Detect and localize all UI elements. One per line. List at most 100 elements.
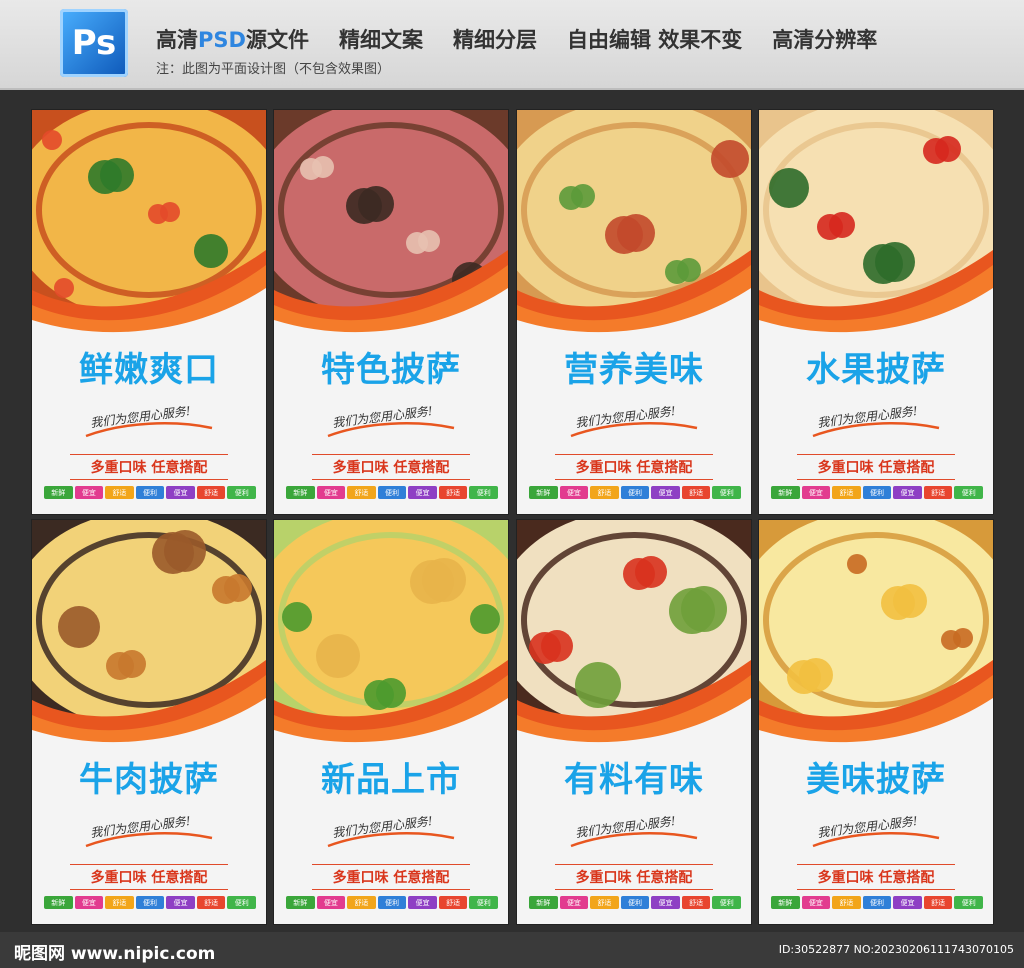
slogan-swoosh: [570, 422, 698, 438]
orange-wave: [517, 660, 751, 750]
feature-badge: 舒适: [832, 486, 861, 499]
feature-badge: 舒适: [681, 896, 711, 909]
feature-badge: 新鲜: [44, 486, 73, 499]
feature-badge: 便利: [620, 896, 650, 909]
feature-badge: 便宜: [408, 896, 437, 909]
poster-title: 有料有味: [564, 760, 704, 800]
feature-badge: 舒适: [590, 486, 619, 499]
feature-badge: 便宜: [316, 486, 346, 499]
image-id: ID:30522877 NO:20230206111743070105: [778, 943, 1014, 956]
feature-badge: 便利: [377, 486, 407, 499]
site-watermark: 昵图网 www.nipic.com: [14, 944, 216, 964]
feature-badge: 新鲜: [771, 896, 800, 909]
poster-tagline: 多重口味 任意搭配: [555, 454, 713, 480]
feature-badges: 新鲜 便宜 舒适 便利 便宜 舒适 便利: [286, 896, 499, 909]
poster-tagline: 多重口味 任意搭配: [70, 864, 228, 890]
poster-tagline: 多重口味 任意搭配: [797, 864, 955, 890]
feature-list: 高清PSD源文件 精细文案 精细分层 自由编辑 效果不变 高清分辨率: [156, 24, 877, 54]
feature-item: 自由编辑 效果不变: [566, 28, 743, 52]
orange-wave: [274, 250, 508, 340]
slogan-swoosh: [812, 832, 940, 848]
feature-badge: 便宜: [74, 486, 104, 499]
feature-badge: 新鲜: [529, 896, 558, 909]
feature-badge: 便宜: [893, 896, 922, 909]
feature-badge: 新鲜: [771, 486, 800, 499]
poster-title: 美味披萨: [806, 760, 946, 800]
orange-wave: [32, 250, 266, 340]
feature-badge: 便宜: [893, 486, 922, 499]
feature-badge: 舒适: [832, 896, 861, 909]
feature-badges: 新鲜 便宜 舒适 便利 便宜 舒适 便利: [771, 896, 984, 909]
poster-title: 营养美味: [564, 350, 704, 390]
pizza-poster: 营养美味 我们为您用心服务! 多重口味 任意搭配 新鲜 便宜 舒适 便利 便宜 舒适 便利: [517, 110, 751, 514]
poster-tagline: 多重口味 任意搭配: [555, 864, 713, 890]
feature-badge: 新鲜: [286, 896, 315, 909]
poster-grid: 鲜嫩爽口 我们为您用心服务! 多重口味 任意搭配 新鲜 便宜 舒适 便利 便宜 舒适 便利 …: [0, 90, 1024, 932]
pizza-poster: 特色披萨 我们为您用心服务! 多重口味 任意搭配 新鲜 便宜 舒适 便利 便宜 舒适 便利: [274, 110, 508, 514]
feature-badge: 舒适: [347, 896, 376, 909]
header-bar: Ps 高清PSD源文件 精细文案 精细分层 自由编辑 效果不变 高清分辨率 注：此图为平…: [0, 0, 1024, 90]
feature-badge: 舒适: [105, 896, 134, 909]
feature-badge: 便利: [712, 486, 742, 499]
poster-tagline: 多重口味 任意搭配: [797, 454, 955, 480]
orange-wave: [517, 250, 751, 340]
feature-badges: 新鲜 便宜 舒适 便利 便宜 舒适 便利: [771, 486, 984, 499]
feature-badge: 便宜: [408, 486, 437, 499]
feature-badge: 舒适: [196, 896, 226, 909]
feature-badge: 便利: [954, 896, 984, 909]
feature-badge: 便利: [954, 486, 984, 499]
feature-badge: 舒适: [105, 486, 134, 499]
feature-badge: 舒适: [923, 896, 953, 909]
feature-badge: 便利: [135, 896, 165, 909]
slogan-swoosh: [327, 422, 455, 438]
pizza-poster: 新品上市 我们为您用心服务! 多重口味 任意搭配 新鲜 便宜 舒适 便利 便宜 舒适 便利: [274, 520, 508, 924]
feature-badge: 便宜: [559, 896, 589, 909]
pizza-poster: 牛肉披萨 我们为您用心服务! 多重口味 任意搭配 新鲜 便宜 舒适 便利 便宜 舒适 便利: [32, 520, 266, 924]
feature-badge: 便宜: [651, 486, 680, 499]
poster-title: 鲜嫩爽口: [79, 350, 219, 390]
slogan-swoosh: [85, 422, 213, 438]
feature-item: 高清分辨率: [772, 28, 878, 52]
feature-badge: 舒适: [590, 896, 619, 909]
pizza-poster: 鲜嫩爽口 我们为您用心服务! 多重口味 任意搭配 新鲜 便宜 舒适 便利 便宜 舒适 便利: [32, 110, 266, 514]
feature-badge: 新鲜: [44, 896, 73, 909]
feature-badge: 便利: [469, 896, 499, 909]
feature-badge: 便宜: [801, 486, 831, 499]
orange-wave: [274, 660, 508, 750]
photoshop-icon: Ps: [60, 9, 128, 77]
orange-wave: [759, 660, 993, 750]
feature-badge: 便宜: [166, 896, 195, 909]
feature-badge: 便利: [227, 486, 257, 499]
poster-tagline: 多重口味 任意搭配: [312, 864, 470, 890]
feature-badge: 新鲜: [529, 486, 558, 499]
feature-badge: 便宜: [74, 896, 104, 909]
feature-badge: 便宜: [651, 896, 680, 909]
pizza-poster: 水果披萨 我们为您用心服务! 多重口味 任意搭配 新鲜 便宜 舒适 便利 便宜 舒适 便利: [759, 110, 993, 514]
feature-badges: 新鲜 便宜 舒适 便利 便宜 舒适 便利: [286, 486, 499, 499]
feature-badge: 便利: [712, 896, 742, 909]
feature-badge: 新鲜: [286, 486, 315, 499]
feature-item: 精细文案: [338, 28, 423, 52]
feature-badges: 新鲜 便宜 舒适 便利 便宜 舒适 便利: [44, 486, 257, 499]
feature-item: 精细分层: [452, 28, 537, 52]
feature-badge: 舒适: [681, 486, 711, 499]
feature-badges: 新鲜 便宜 舒适 便利 便宜 舒适 便利: [529, 896, 742, 909]
orange-wave: [32, 660, 266, 750]
feature-badge: 便利: [377, 896, 407, 909]
poster-title: 特色披萨: [321, 350, 461, 390]
feature-badge: 舒适: [347, 486, 376, 499]
feature-badge: 便宜: [166, 486, 195, 499]
feature-item: 高清PSD源文件: [156, 28, 309, 52]
feature-badges: 新鲜 便宜 舒适 便利 便宜 舒适 便利: [529, 486, 742, 499]
poster-title: 牛肉披萨: [79, 760, 219, 800]
slogan-swoosh: [812, 422, 940, 438]
feature-badge: 便利: [862, 896, 892, 909]
slogan-swoosh: [85, 832, 213, 848]
poster-title: 新品上市: [321, 760, 461, 800]
feature-badge: 舒适: [196, 486, 226, 499]
feature-badge: 便宜: [559, 486, 589, 499]
feature-badge: 便利: [227, 896, 257, 909]
feature-badge: 便利: [620, 486, 650, 499]
pizza-poster: 有料有味 我们为您用心服务! 多重口味 任意搭配 新鲜 便宜 舒适 便利 便宜 舒适 便利: [517, 520, 751, 924]
pizza-poster: 美味披萨 我们为您用心服务! 多重口味 任意搭配 新鲜 便宜 舒适 便利 便宜 舒适 便利: [759, 520, 993, 924]
